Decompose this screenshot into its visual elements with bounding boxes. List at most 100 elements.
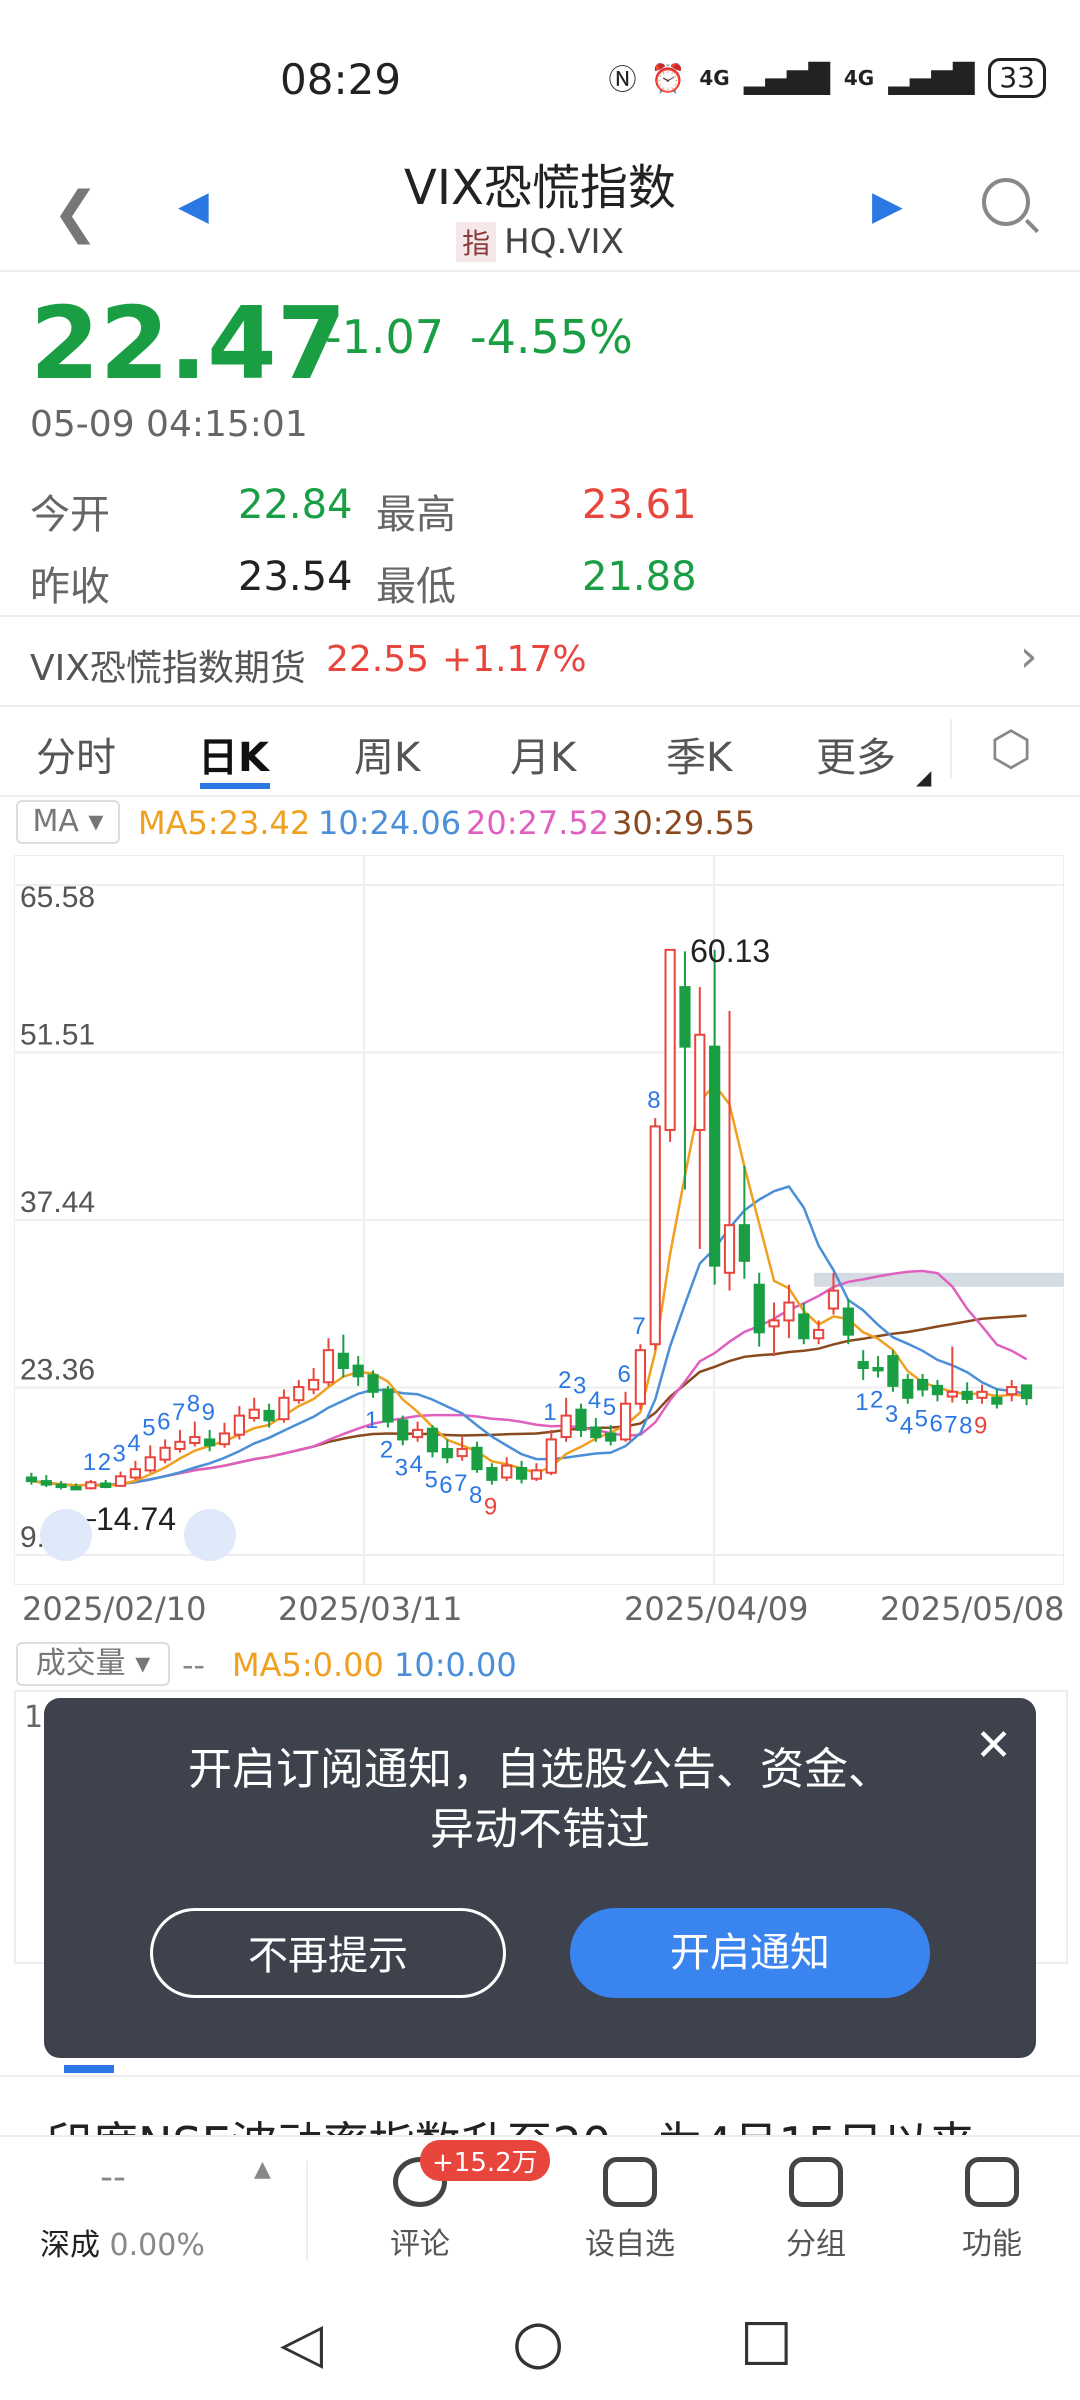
high-value: 23.61 — [582, 482, 697, 528]
fall-count-label: 7 — [944, 1412, 957, 1439]
menu-icon — [965, 2157, 1019, 2207]
rise-count-label: 4 — [127, 1430, 140, 1457]
candle-down — [40, 1480, 52, 1486]
ma10-value: 10:24.06 — [318, 804, 462, 842]
fall-count-label: 5 — [915, 1406, 928, 1433]
kline-chart[interactable]: 65.5851.5137.4423.369.2960.1314.74123456… — [13, 854, 1065, 1586]
popup-message: 开启订阅通知，自选股公告、资金、 异动不错过 — [44, 1740, 1036, 1860]
tab-monthly-k[interactable]: 月K — [510, 725, 576, 783]
futures-pct: +1.17% — [442, 639, 587, 680]
comment-label: 评论 — [390, 2227, 450, 2262]
open-label: 今开 — [30, 492, 110, 538]
candle-down — [605, 1432, 617, 1442]
tab-quarterly-k[interactable]: 季K — [666, 725, 732, 783]
candle-up — [768, 1319, 780, 1328]
candle-up — [411, 1428, 424, 1439]
divider — [0, 270, 1080, 272]
volume-legend: 成交量 ▾ -- MA5:0.00 10:0.00 — [0, 1640, 1080, 1690]
x-tick-label: 2025/02/10 — [22, 1590, 207, 1628]
ma30-value: 30:29.55 — [612, 804, 756, 842]
nav-back-icon[interactable]: ◁ — [280, 2311, 323, 2376]
nav-recents-icon[interactable]: □ — [740, 2307, 793, 2372]
candle-up — [144, 1456, 156, 1472]
rise-count-label: 7 — [172, 1399, 185, 1426]
add-watchlist-button[interactable]: 设自选 — [560, 2157, 700, 2263]
candle-down — [842, 1307, 854, 1336]
futures-row[interactable]: VIX恐慌指数期货 22.55 +1.17% › — [0, 615, 1080, 707]
comment-count-badge: +15.2万 — [420, 2140, 550, 2181]
candle-down — [798, 1313, 810, 1340]
rise-count-label: 7 — [632, 1313, 645, 1340]
rise-count-label: 6 — [618, 1361, 631, 1388]
signal-4g-label-2: 4G — [843, 66, 875, 90]
x-axis-labels: 2025/02/10 2025/03/11 2025/04/09 2025/05… — [0, 1590, 1080, 1630]
ma-selector-button[interactable]: MA ▾ — [16, 800, 120, 844]
candle-down — [902, 1378, 914, 1399]
fall-count-label: 9 — [974, 1413, 987, 1440]
more-dropdown-icon: ◢ — [916, 765, 932, 789]
notification-popup: ✕ 开启订阅通知，自选股公告、资金、 异动不错过 不再提示 开启通知 — [44, 1698, 1036, 2058]
tab-divider — [950, 719, 952, 779]
tab-more[interactable]: 更多 — [816, 725, 896, 783]
y-tick-label: 65.58 — [20, 881, 95, 914]
function-button[interactable]: 功能 — [922, 2157, 1062, 2263]
reset-view-icon — [184, 1509, 236, 1561]
toolbar-divider — [306, 2161, 308, 2261]
expand-up-icon: ▲ — [254, 2157, 271, 2182]
fall-count-label: 4 — [410, 1451, 423, 1478]
candle-down — [55, 1483, 67, 1489]
index-ticker[interactable]: -- 深成 0.00% ▲ — [40, 2157, 280, 2264]
candle-down — [887, 1355, 899, 1387]
candle-down — [397, 1419, 409, 1441]
group-button[interactable]: 分组 — [746, 2157, 886, 2263]
fall-count-label: 8 — [959, 1413, 972, 1440]
quote-time: 05-09 04:15:01 — [30, 404, 308, 445]
rise-count-label: 8 — [187, 1391, 200, 1418]
candle-down — [590, 1426, 602, 1439]
folder-icon — [789, 2157, 843, 2207]
next-stock-icon[interactable]: ▶ — [872, 183, 903, 229]
chevron-right-icon: › — [1020, 631, 1038, 682]
rise-count-label: 2 — [98, 1449, 111, 1476]
candle-down — [1020, 1384, 1033, 1400]
tab-weekly-k[interactable]: 周K — [354, 725, 420, 783]
candle-down — [709, 1045, 721, 1267]
price-change-pct: -4.55% — [470, 310, 633, 364]
function-label: 功能 — [962, 2227, 1022, 2262]
tab-intraday[interactable]: 分时 — [36, 725, 116, 783]
candle-up — [560, 1414, 572, 1439]
add-watchlist-icon — [603, 2157, 657, 2207]
low-annotation: 14.74 — [96, 1501, 176, 1537]
high-annotation: 60.13 — [690, 933, 770, 969]
search-icon[interactable] — [982, 178, 1030, 226]
volume-selector-button[interactable]: 成交量 ▾ — [16, 1642, 170, 1686]
candle-up — [694, 1033, 706, 1131]
nav-home-icon[interactable]: ○ — [512, 2307, 564, 2377]
y-tick-label: 23.36 — [20, 1354, 95, 1387]
dismiss-button[interactable]: 不再提示 — [150, 1908, 506, 1998]
fall-count-label: 1 — [365, 1407, 378, 1434]
enable-notification-button[interactable]: 开启通知 — [570, 1908, 930, 1998]
rise-count-label: 5 — [603, 1394, 616, 1421]
ma20-value: 20:27.52 — [466, 804, 610, 842]
y-tick-label: 51.51 — [20, 1018, 95, 1051]
candle-up — [293, 1386, 305, 1402]
candle-up — [129, 1468, 142, 1479]
rise-count-label: 2 — [558, 1367, 571, 1394]
stock-code: 指 HQ.VIX — [0, 222, 1080, 262]
fall-count-label: 3 — [395, 1454, 408, 1481]
tab-daily-k[interactable]: 日K — [198, 725, 269, 783]
add-watchlist-label: 设自选 — [585, 2227, 675, 2262]
settings-icon[interactable]: ⬡ — [990, 721, 1032, 777]
rise-count-label: 3 — [573, 1373, 586, 1400]
popup-line-2: 异动不错过 — [430, 1804, 650, 1855]
candle-down — [872, 1367, 884, 1372]
open-value: 22.84 — [238, 482, 353, 528]
candle-up — [85, 1481, 97, 1490]
candle-up — [664, 948, 676, 1131]
candle-up — [619, 1402, 632, 1441]
index-ticker-name: 深成 — [40, 2228, 100, 2263]
fall-count-label: 2 — [870, 1387, 883, 1414]
ma20-line — [31, 1269, 1028, 1487]
candle-up — [322, 1349, 335, 1384]
